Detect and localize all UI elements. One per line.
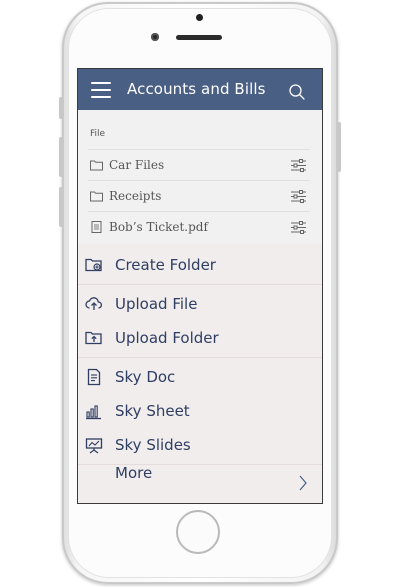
app-header: Accounts and Bills (78, 69, 322, 110)
cloud-upload-icon (85, 297, 102, 310)
file-list-panel: File Car Files Receipts Bob’s Ticket.pdf (78, 110, 322, 244)
file-name: Bob’s Ticket.pdf (109, 220, 208, 234)
more-label: More (115, 464, 153, 482)
app-screen: Accounts and Bills File Car Files Receip… (77, 68, 323, 504)
upload-file-button[interactable]: Upload File (78, 290, 322, 320)
sky-sheet-label: Sky Sheet (115, 402, 190, 420)
create-folder-label: Create Folder (115, 256, 216, 274)
sky-doc-button[interactable]: Sky Doc (78, 363, 322, 393)
section-label-file: File (90, 129, 106, 139)
sliders-options-icon[interactable] (291, 220, 306, 235)
file-row-car-files[interactable]: Car Files (88, 149, 310, 180)
create-folder-button[interactable]: Create Folder (78, 251, 322, 281)
hamburger-menu-icon[interactable] (91, 82, 111, 98)
app-title: Accounts and Bills (127, 80, 266, 98)
proximity-sensor (196, 14, 203, 21)
front-camera (151, 33, 159, 41)
file-row-receipts[interactable]: Receipts (88, 180, 310, 211)
sky-slides-label: Sky Slides (115, 436, 191, 454)
sky-slides-button[interactable]: Sky Slides (78, 431, 322, 461)
mute-switch (59, 97, 62, 119)
file-name: Receipts (109, 189, 162, 203)
menu-divider (78, 357, 322, 358)
search-icon[interactable] (288, 83, 306, 101)
volume-up-button (59, 137, 62, 177)
upload-folder-button[interactable]: Upload Folder (78, 324, 322, 354)
folder-icon (90, 191, 103, 202)
file-name: Car Files (109, 158, 165, 172)
doc-icon (87, 368, 101, 386)
power-button (338, 122, 341, 172)
upload-folder-label: Upload Folder (115, 329, 219, 347)
sky-doc-label: Sky Doc (115, 368, 176, 386)
document-icon (91, 221, 102, 233)
home-button[interactable] (176, 510, 220, 554)
menu-divider (78, 284, 322, 285)
more-button[interactable]: More (78, 462, 322, 502)
folder-plus-icon (85, 258, 102, 272)
chevron-right-icon[interactable] (298, 474, 308, 492)
earpiece-speaker (176, 35, 222, 40)
bar-chart-icon (86, 405, 101, 420)
presentation-icon (85, 438, 103, 454)
sky-sheet-button[interactable]: Sky Sheet (78, 397, 322, 427)
volume-down-button (59, 187, 62, 227)
file-row-bobs-ticket[interactable]: Bob’s Ticket.pdf (88, 211, 310, 242)
upload-file-label: Upload File (115, 295, 198, 313)
folder-icon (90, 160, 103, 171)
sliders-options-icon[interactable] (291, 189, 306, 204)
folder-upload-icon (85, 331, 102, 345)
sliders-options-icon[interactable] (291, 158, 306, 173)
